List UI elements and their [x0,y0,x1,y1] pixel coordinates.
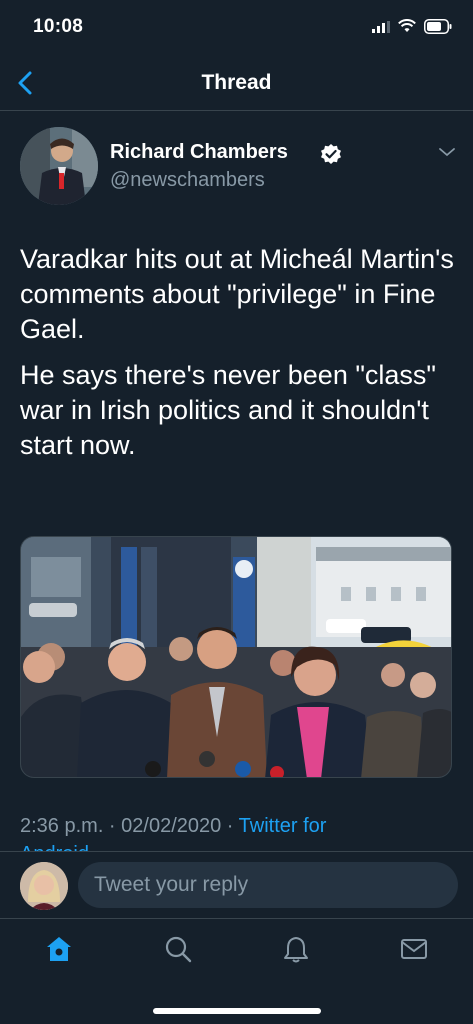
reply-input[interactable] [78,862,458,908]
battery-icon [424,19,452,34]
tweet-paragraph: He says there's never been "class" war i… [20,360,437,460]
source-link-overflow: Android [20,843,89,851]
home-indicator [153,1008,321,1014]
home-icon[interactable] [44,934,74,964]
tab-bar-divider [0,918,473,919]
page-title: Thread [201,71,272,94]
header-divider [0,110,473,111]
cellular-signal-icon [372,21,390,33]
search-icon[interactable] [163,934,193,964]
tweet-photo[interactable] [20,536,452,778]
status-time: 10:08 [33,16,84,37]
bell-icon[interactable] [281,934,311,964]
tweet-paragraph: Varadkar hits out at Micheál Martin's co… [20,244,454,344]
author-display-name[interactable]: Richard Chambers [110,141,288,164]
source-link[interactable]: Twitter for [239,815,327,837]
author-username[interactable]: @newschambers [110,169,265,192]
author-avatar[interactable] [20,127,98,205]
user-avatar[interactable] [20,862,68,910]
timestamp-text: 2:36 p.m. · 02/02/2020 · [20,815,239,837]
chevron-down-icon[interactable] [437,145,457,159]
mail-icon[interactable] [399,934,429,964]
tweet-timestamp: 2:36 p.m. · 02/02/2020 · Twitter for [20,815,326,838]
wifi-icon [398,19,416,32]
reply-divider [0,851,473,852]
tweet-text: Varadkar hits out at Micheál Martin's co… [20,242,460,474]
verified-badge-icon [321,144,341,164]
